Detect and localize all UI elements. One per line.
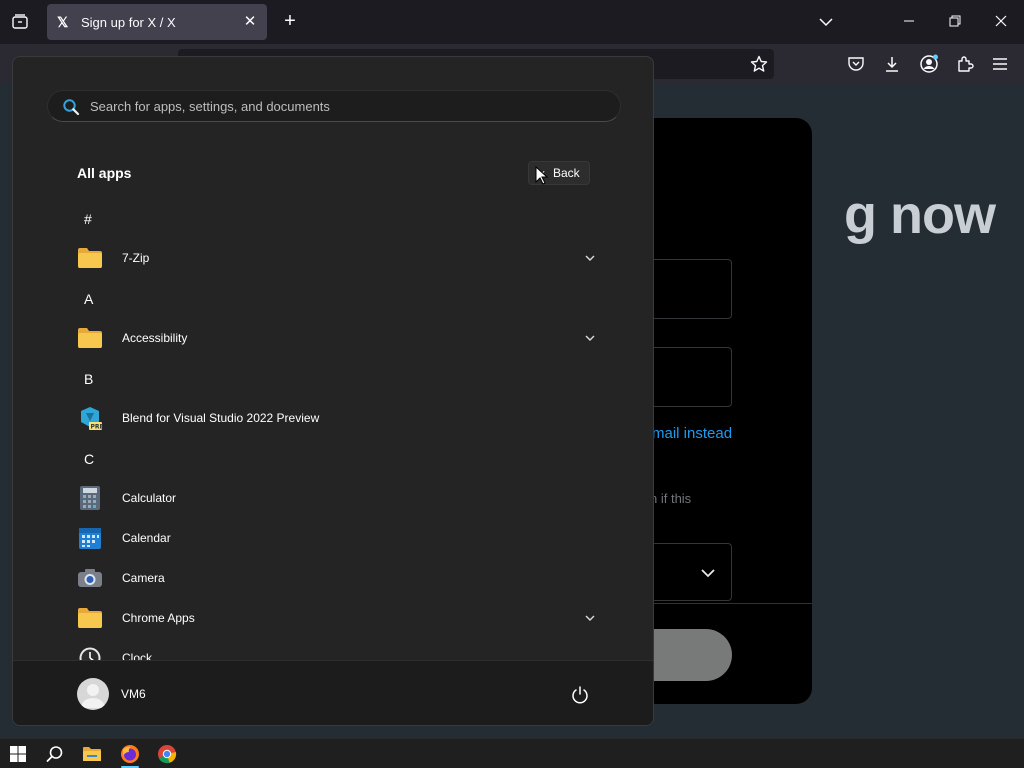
browser-tab-bar: 𝕏 Sign up for X / X ✕ +	[0, 0, 1024, 44]
chevron-down-icon[interactable]	[583, 611, 597, 625]
chrome-icon[interactable]	[155, 742, 179, 766]
search-icon[interactable]	[43, 742, 67, 766]
svg-text:PRE: PRE	[91, 424, 104, 431]
minimize-icon[interactable]	[897, 10, 921, 34]
power-icon[interactable]	[570, 685, 590, 705]
group-letter-b[interactable]: B	[84, 371, 93, 387]
menu-icon[interactable]	[990, 54, 1010, 74]
chevron-down-icon[interactable]	[583, 251, 597, 265]
list-item-calculator[interactable]: Calculator	[73, 480, 603, 516]
user-name[interactable]: VM6	[121, 687, 146, 701]
clock-icon	[77, 645, 103, 660]
new-tab-button[interactable]: +	[280, 11, 300, 31]
account-icon[interactable]	[919, 54, 939, 74]
search-input[interactable]	[90, 91, 590, 121]
chevron-down-icon	[701, 569, 715, 578]
folder-icon	[77, 325, 103, 351]
back-button-label: Back	[553, 166, 580, 180]
downloads-icon[interactable]	[882, 54, 902, 74]
extensions-icon[interactable]	[955, 54, 975, 74]
bookmark-star-icon[interactable]	[749, 54, 769, 74]
close-tab-icon[interactable]: ✕	[241, 13, 259, 31]
chevron-down-icon[interactable]	[583, 331, 597, 345]
group-letter-a[interactable]: A	[84, 291, 93, 307]
calculator-icon	[77, 485, 103, 511]
app-name: Calendar	[122, 531, 171, 545]
signup-headline: g now	[844, 185, 996, 245]
list-item-clock[interactable]: Clock	[73, 640, 603, 660]
list-item-accessibility[interactable]: Accessibility	[73, 320, 603, 356]
calendar-icon	[77, 525, 103, 551]
x-logo-icon: 𝕏	[57, 14, 69, 30]
use-email-link[interactable]: mail instead	[652, 425, 732, 442]
app-name: Blend for Visual Studio 2022 Preview	[122, 411, 320, 425]
start-search-box[interactable]	[47, 90, 621, 122]
app-name: Calculator	[122, 491, 177, 505]
search-icon	[63, 99, 80, 116]
tab-title: Sign up for X / X	[81, 14, 176, 30]
close-window-icon[interactable]	[989, 10, 1013, 34]
all-apps-title: All apps	[77, 165, 132, 181]
browser-tab[interactable]: 𝕏 Sign up for X / X ✕	[47, 4, 267, 40]
camera-icon	[77, 565, 103, 591]
all-apps-list: # 7-Zip A Accessibility B PRE Blend for …	[13, 198, 653, 660]
blend-icon: PRE	[77, 405, 103, 431]
mouse-cursor-icon	[535, 166, 549, 185]
tab-list-icon[interactable]	[8, 10, 32, 34]
firefox-icon[interactable]	[118, 742, 142, 766]
list-item-blend[interactable]: PRE Blend for Visual Studio 2022 Preview	[73, 400, 603, 436]
list-item-7zip[interactable]: 7-Zip	[73, 240, 603, 276]
start-menu-footer: VM6	[13, 660, 653, 725]
start-menu: All apps ‹ Back # 7-Zip A Accessibility …	[12, 56, 654, 726]
app-name: 7-Zip	[122, 251, 150, 265]
list-all-tabs-icon[interactable]	[816, 12, 836, 32]
list-item-calendar[interactable]: Calendar	[73, 520, 603, 556]
app-name: Chrome Apps	[122, 611, 195, 625]
list-item-chrome-apps[interactable]: Chrome Apps	[73, 600, 603, 636]
list-item-camera[interactable]: Camera	[73, 560, 603, 596]
start-icon[interactable]	[6, 742, 30, 766]
user-avatar[interactable]	[77, 678, 109, 710]
group-letter-c[interactable]: C	[84, 451, 94, 467]
folder-icon	[77, 605, 103, 631]
taskbar	[0, 738, 1024, 768]
app-name: Clock	[122, 651, 153, 660]
file-explorer-icon[interactable]	[80, 742, 104, 766]
modal-divider	[640, 603, 812, 604]
pocket-icon[interactable]	[846, 54, 866, 74]
signup-modal	[640, 118, 812, 704]
group-letter-hash[interactable]: #	[84, 211, 92, 227]
dob-note: n if this	[650, 491, 692, 506]
app-name: Camera	[122, 571, 165, 585]
folder-icon	[77, 245, 103, 271]
app-name: Accessibility	[122, 331, 188, 345]
restore-icon[interactable]	[943, 10, 967, 34]
